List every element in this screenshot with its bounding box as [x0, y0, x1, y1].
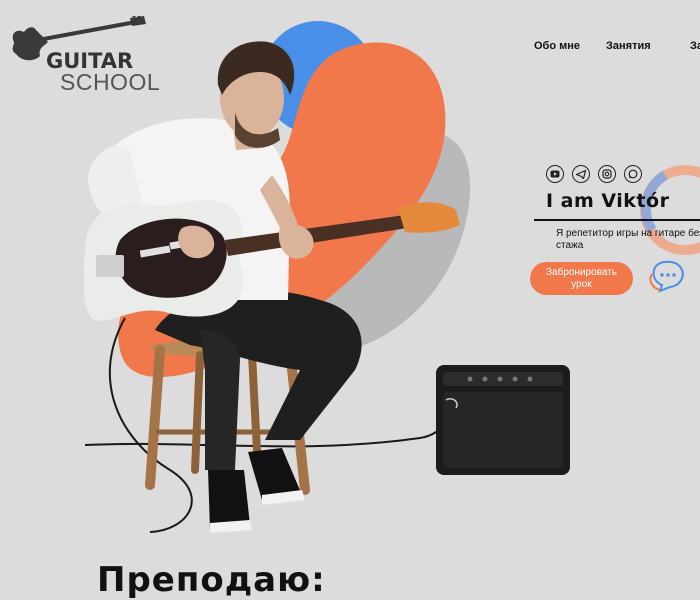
book-lesson-button[interactable]: Забронировать урок	[530, 262, 633, 295]
youtube-icon[interactable]	[546, 165, 564, 183]
instagram-icon[interactable]	[598, 165, 616, 183]
whatsapp-icon[interactable]	[624, 165, 642, 183]
social-links	[546, 165, 642, 183]
section-heading: Преподаю:	[97, 560, 326, 600]
chat-icon[interactable]	[648, 260, 686, 296]
hero-name-underline	[534, 219, 700, 221]
telegram-icon[interactable]	[572, 165, 590, 183]
hero-name: I am Viktór	[546, 190, 670, 212]
hero-subtitle: Я репетитор игры на гитаре без стажа	[556, 228, 700, 251]
